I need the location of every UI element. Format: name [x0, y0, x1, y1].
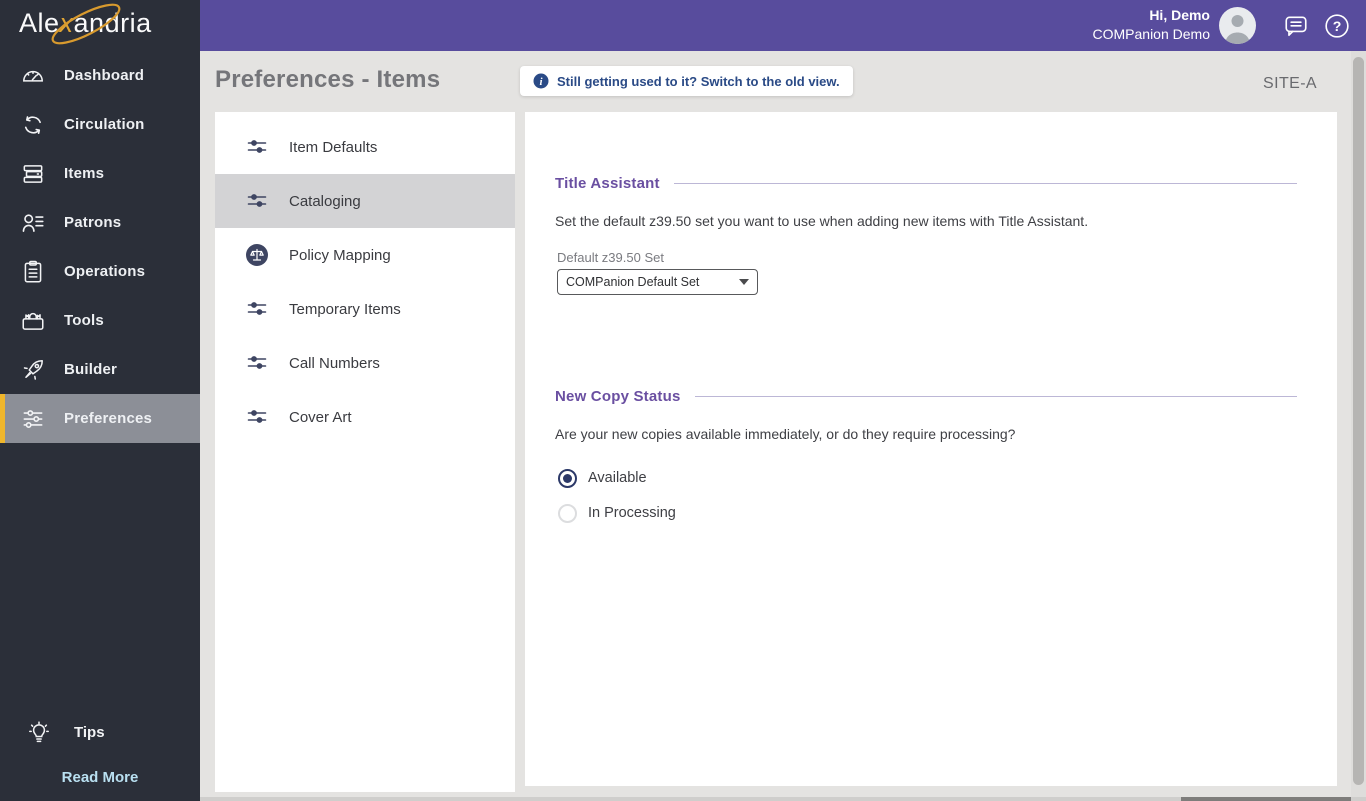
section-title: New Copy Status: [555, 388, 681, 405]
chat-icon[interactable]: [1282, 13, 1310, 39]
tips-label: Tips: [74, 724, 105, 741]
sidebar-item-circulation[interactable]: Circulation: [0, 100, 200, 149]
sidebar-nav: Dashboard Circulation Items Patrons Oper…: [0, 51, 200, 443]
read-more-link[interactable]: Read More: [0, 769, 200, 786]
sliders-icon: [245, 189, 269, 213]
sidebar-item-preferences[interactable]: Preferences: [0, 394, 200, 443]
sliders-icon: [245, 135, 269, 159]
old-view-banner[interactable]: i Still getting used to it? Switch to th…: [520, 66, 853, 96]
radio-unselected-icon[interactable]: [558, 503, 577, 523]
help-icon[interactable]: ?: [1324, 13, 1350, 39]
z3950-set-label: Default z39.50 Set: [557, 250, 664, 265]
sidebar-item-label: Dashboard: [64, 67, 145, 84]
section-rule: [694, 396, 1297, 397]
tools-icon: [20, 308, 46, 334]
svg-text:?: ?: [1333, 18, 1342, 34]
radio-option-available[interactable]: Available: [558, 466, 647, 490]
section-rule: [673, 183, 1297, 184]
subnav-item-label: Cataloging: [289, 192, 361, 210]
sidebar-item-label: Builder: [64, 361, 118, 378]
user-greeting: Hi, Demo: [1149, 7, 1210, 23]
sidebar: Alexandria Dashboard Circulation Items P…: [0, 0, 200, 801]
subnav-item-label: Cover Art: [289, 408, 352, 426]
items-icon: [20, 161, 46, 187]
subnav-item-label: Policy Mapping: [289, 246, 391, 264]
chevron-down-icon: [739, 279, 749, 285]
preferences-icon: [20, 406, 46, 432]
sidebar-item-label: Operations: [64, 263, 146, 280]
section-description: Set the default z39.50 set you want to u…: [555, 213, 1089, 229]
sidebar-item-label: Items: [64, 165, 105, 182]
app-logo-text: Alexandria: [19, 8, 152, 38]
circulation-icon: [20, 112, 46, 138]
sidebar-item-tools[interactable]: Tools: [0, 296, 200, 345]
sidebar-item-label: Preferences: [64, 410, 153, 427]
sliders-icon: [245, 351, 269, 375]
user-account: COMPanion Demo: [1092, 26, 1211, 42]
section-title: Title Assistant: [555, 175, 660, 192]
radio-option-in-processing[interactable]: In Processing: [558, 501, 676, 525]
banner-text: Still getting used to it? Switch to the …: [557, 73, 840, 89]
vertical-scrollbar-track[interactable]: [1351, 51, 1366, 801]
subnav-item-label: Call Numbers: [289, 354, 380, 372]
info-icon: i: [533, 73, 549, 89]
subnav-item-policy-mapping[interactable]: Policy Mapping: [215, 228, 515, 282]
user-block: Hi, Demo COMPanion Demo: [1093, 6, 1211, 44]
builder-icon: [20, 357, 46, 383]
patrons-icon: [20, 210, 46, 236]
preferences-subnav: Item Defaults Cataloging Policy Mapping: [215, 112, 515, 792]
vertical-scrollbar-thumb[interactable]: [1353, 57, 1364, 785]
subnav-item-cover-art[interactable]: Cover Art: [215, 390, 515, 444]
sidebar-item-builder[interactable]: Builder: [0, 345, 200, 394]
subnav-item-item-defaults[interactable]: Item Defaults: [215, 120, 515, 174]
site-label: SITE-A: [1263, 75, 1317, 92]
subnav-item-label: Item Defaults: [289, 138, 378, 156]
page-title: Preferences - Items: [215, 66, 441, 93]
radio-label: In Processing: [588, 505, 676, 521]
sidebar-item-patrons[interactable]: Patrons: [0, 198, 200, 247]
sidebar-item-label: Circulation: [64, 116, 145, 133]
main-panel: Title Assistant Set the default z39.50 s…: [525, 112, 1337, 786]
sidebar-item-dashboard[interactable]: Dashboard: [0, 51, 200, 100]
avatar[interactable]: [1219, 7, 1256, 44]
sidebar-item-operations[interactable]: Operations: [0, 247, 200, 296]
z3950-set-select[interactable]: COMPanion Default Set: [557, 269, 758, 295]
sidebar-item-label: Patrons: [64, 214, 122, 231]
section-description: Are your new copies available immediatel…: [555, 426, 1016, 442]
subnav-item-temporary-items[interactable]: Temporary Items: [215, 282, 515, 336]
radio-label: Available: [588, 470, 647, 486]
radio-selected-icon[interactable]: [558, 468, 577, 488]
horizontal-scrollbar-thumb[interactable]: [1181, 797, 1351, 801]
sidebar-item-items[interactable]: Items: [0, 149, 200, 198]
subnav-item-call-numbers[interactable]: Call Numbers: [215, 336, 515, 390]
logo-gold-x: x: [59, 8, 74, 38]
policy-scales-icon: [245, 243, 269, 267]
topbar: Hi, Demo COMPanion Demo ?: [200, 0, 1366, 51]
subnav-item-cataloging[interactable]: Cataloging: [215, 174, 515, 228]
horizontal-scrollbar-track[interactable]: [200, 797, 1366, 801]
sidebar-tips[interactable]: Tips: [0, 708, 200, 757]
sliders-icon: [245, 297, 269, 321]
dashboard-icon: [20, 63, 46, 89]
app-logo: Alexandria: [0, 0, 200, 51]
section-new-copy-status: New Copy Status: [555, 388, 1297, 405]
sidebar-item-label: Tools: [64, 312, 104, 329]
subnav-item-label: Temporary Items: [289, 300, 401, 318]
lightbulb-icon: [26, 720, 52, 746]
sliders-icon: [245, 405, 269, 429]
section-title-assistant: Title Assistant: [555, 175, 1297, 192]
operations-icon: [20, 259, 46, 285]
z3950-set-value: COMPanion Default Set: [566, 275, 700, 289]
